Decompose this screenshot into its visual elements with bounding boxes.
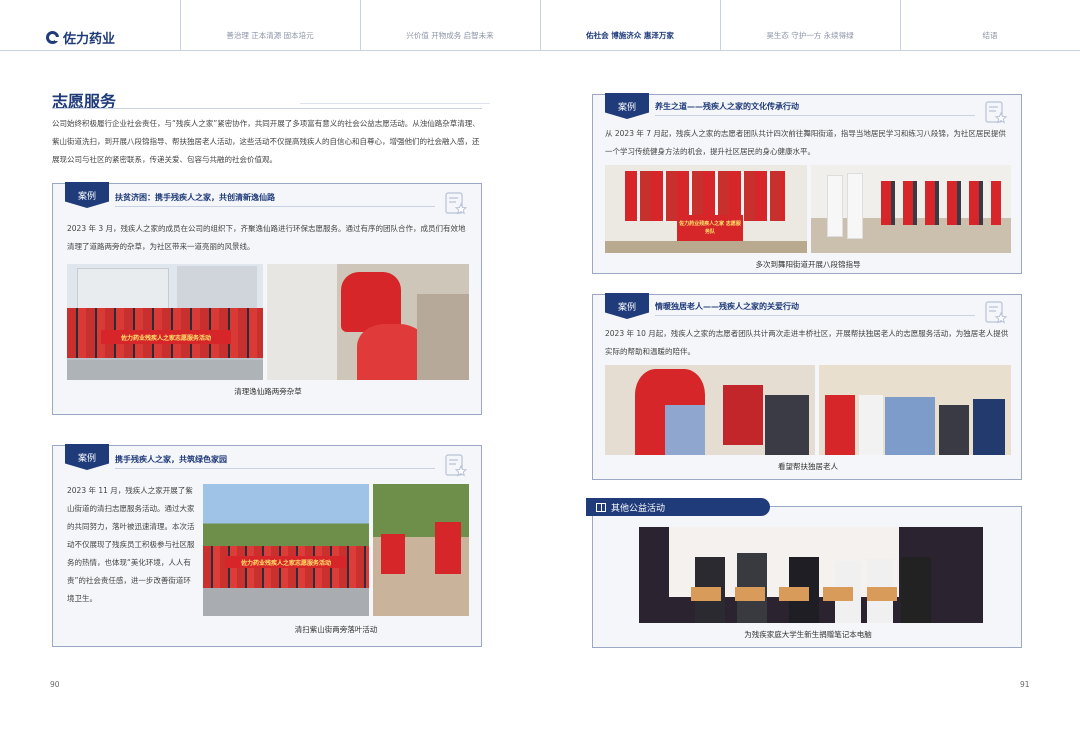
person (885, 397, 935, 455)
case-title-divider (655, 315, 975, 316)
weeding-photo (267, 264, 469, 380)
logo-text: 佐力药业 (63, 32, 116, 47)
nav-divider (180, 0, 181, 50)
nav-divider (900, 0, 901, 50)
case-title: 携手残疾人之家，共筑绿色家园 (115, 455, 227, 464)
volunteer-red-vest (435, 522, 461, 574)
certificate-star-icon (985, 101, 1007, 124)
other-activities-header: 其他公益活动 (586, 498, 770, 516)
floor (605, 241, 807, 253)
volunteer-red-vest (825, 395, 855, 455)
photo-caption: 看望帮扶独居老人 (778, 462, 838, 471)
team-banner: 佐力药业残疾人之家 志愿服务队 (677, 215, 743, 241)
building (77, 268, 169, 310)
presenter (901, 557, 931, 623)
other-activities-title: 其他公益活动 (611, 503, 666, 514)
wall (267, 264, 337, 380)
volunteer-red-vest (341, 272, 401, 332)
title-divider (52, 108, 482, 109)
page-number-right: 91 (1020, 680, 1030, 689)
nav-item-governance[interactable]: 善治理 正本清源 固本培元 (226, 30, 313, 41)
nav-divider (540, 0, 541, 50)
elder-visit-photo (605, 365, 815, 455)
road (203, 588, 369, 616)
volunteer-red-vest (723, 385, 763, 445)
case-card-1: 案例 扶贫济困：携手残疾人之家，共创清新逸仙路 2023 年 3 月，残疾人之家… (52, 182, 482, 415)
case-text: 2023 年 11 月，残疾人之家开展了紫山街道的清扫志愿服务活动。通过大家的共… (67, 486, 195, 603)
case-card-3: 案例 养生之道——残疾人之家的文化传承行动 从 2023 年 7 月起，残疾人之… (592, 93, 1022, 274)
participants (881, 181, 1001, 225)
building (177, 266, 257, 310)
certificate-star-icon (445, 192, 467, 215)
photo-caption: 清扫紫山街两旁落叶活动 (294, 625, 378, 634)
logo-icon (46, 31, 59, 44)
title-divider (300, 103, 490, 104)
certificate-star-icon (985, 301, 1007, 324)
person (859, 395, 883, 455)
case-text: 2023 年 3 月，残疾人之家的成员在公司的组织下，齐聚逸仙路进行环保志愿服务… (67, 224, 466, 251)
volunteer-red-vest (381, 534, 405, 574)
case-badge: 案例 (605, 93, 649, 119)
top-navigation-bar: 佐力药业 善治理 正本清源 固本培元 兴价值 开物成务 启智未来 佑社会 博施济… (0, 0, 1080, 51)
nav-item-ecology[interactable]: 昊生态 守护一方 永续得绿 (766, 30, 853, 41)
case-title-divider (115, 468, 435, 469)
elder-group-photo (819, 365, 1011, 455)
case-text: 2023 年 10 月起，残疾人之家的志愿者团队共计两次走进丰桥社区，开展帮扶独… (605, 329, 1009, 356)
volunteer-group (625, 171, 785, 221)
group-photo-road: 佐力药业残疾人之家志愿服务活动 (67, 264, 263, 380)
instructor (847, 173, 863, 239)
activity-banner: 佐力药业残疾人之家志愿服务活动 (101, 330, 231, 344)
volunteer-shirt (665, 405, 705, 455)
case-title: 扶贫济困：携手残疾人之家，共创清新逸仙路 (115, 193, 275, 202)
donation-photo (639, 527, 983, 623)
certificate-star-icon (445, 454, 467, 477)
elder (765, 395, 809, 455)
baduanjin-group-photo: 佐力药业残疾人之家 志愿服务队 (605, 165, 807, 253)
photo-caption: 清理逸仙路两旁杂草 (234, 387, 302, 396)
nav-item-society[interactable]: 佑社会 博施济众 惠泽万家 (586, 30, 674, 41)
case-text: 从 2023 年 7 月起，残疾人之家的志愿者团队共计四次前往舞阳街道，指导当地… (605, 129, 1006, 156)
page-number-left: 90 (50, 680, 60, 689)
case-badge: 案例 (65, 182, 109, 208)
nav-divider (360, 0, 361, 50)
elder (939, 405, 969, 455)
activity-banner: 佐力药业残疾人之家志愿服务活动 (225, 556, 347, 568)
nav-item-value[interactable]: 兴价值 开物成务 启智未来 (406, 30, 493, 41)
company-logo[interactable]: 佐力药业 (46, 28, 115, 47)
photo-caption: 多次到舞阳街道开展八段锦指导 (755, 260, 861, 269)
nav-divider (720, 0, 721, 50)
laptop-boxes (691, 587, 901, 601)
road (67, 360, 263, 380)
group-photo-street: 佐力药业残疾人之家志愿服务活动 (203, 484, 369, 616)
other-activities-card: 为残疾家庭大学生新生捐赠笔记本电脑 (592, 506, 1022, 648)
case-title: 养生之道——残疾人之家的文化传承行动 (655, 102, 799, 111)
baduanjin-practice-photo (811, 165, 1011, 253)
instructor (827, 175, 843, 237)
person (973, 399, 1005, 455)
nav-item-conclusion[interactable]: 结语 (983, 30, 998, 41)
case-badge: 案例 (65, 444, 109, 470)
case-title: 情暖独居老人——残疾人之家的关爱行动 (655, 302, 799, 311)
case-title-divider (115, 206, 435, 207)
case-badge: 案例 (605, 293, 649, 319)
intro-paragraph: 公司始终积极履行企业社会责任，与“残疾人之家”紧密协作，共同开展了多项富有意义的… (52, 119, 480, 164)
case-card-4: 案例 情暖独居老人——残疾人之家的关爱行动 2023 年 10 月起，残疾人之家… (592, 293, 1022, 480)
gift-icon (596, 502, 606, 512)
sweeping-photo (373, 484, 469, 616)
ground (417, 294, 469, 380)
photo-caption: 为残疾家庭大学生新生捐赠笔记本电脑 (744, 630, 872, 639)
case-title-divider (655, 115, 975, 116)
case-card-2: 案例 携手残疾人之家，共筑绿色家园 2023 年 11 月，残疾人之家开展了紫山… (52, 444, 482, 647)
